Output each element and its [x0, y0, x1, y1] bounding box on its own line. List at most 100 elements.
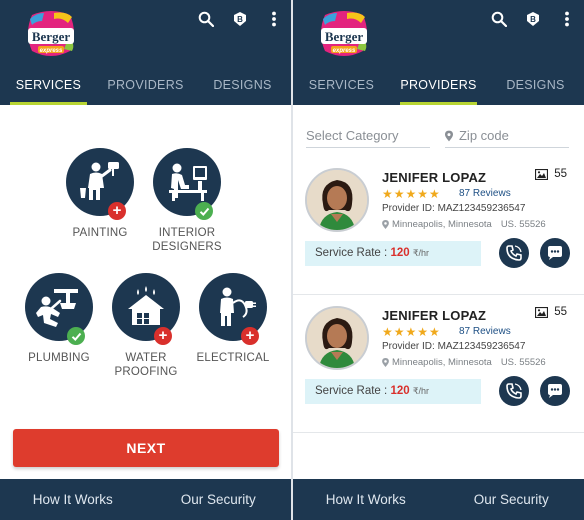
- photo-count: 55: [554, 306, 567, 318]
- badge-b-icon[interactable]: B: [524, 10, 542, 28]
- category-select[interactable]: [306, 124, 430, 148]
- provider-avatar[interactable]: [305, 306, 369, 370]
- rate-unit: ₹/hr: [412, 386, 430, 396]
- service-interior-designers[interactable]: INTERIOR DESIGNERS: [137, 148, 237, 254]
- provider-location: Minneapolis, Minnesota US. 55526: [382, 219, 546, 230]
- tab-services[interactable]: SERVICES: [0, 68, 97, 105]
- tab-providers[interactable]: PROVIDERS: [97, 68, 194, 105]
- svg-text:express: express: [333, 48, 356, 54]
- providers-screen: Berger express B SERVICES PROVIDERS DESI…: [293, 0, 584, 520]
- svg-text:Berger: Berger: [325, 29, 363, 44]
- tab-designs[interactable]: DESIGNS: [487, 68, 584, 105]
- country-zip-text: US. 55526: [500, 357, 546, 368]
- service-label: WATER PROOFING: [114, 352, 178, 378]
- category-input[interactable]: [306, 128, 430, 143]
- app-header: Berger express B SERVICES PROVIDERS DESI…: [0, 0, 291, 105]
- svg-text:Berger: Berger: [32, 29, 70, 44]
- search-icon[interactable]: [197, 10, 215, 28]
- phone-icon: [506, 245, 522, 261]
- electrical-circle[interactable]: +: [199, 273, 267, 345]
- location-text: Minneapolis, Minnesota: [392, 219, 492, 230]
- provider-avatar[interactable]: [305, 168, 369, 232]
- berger-express-logo: Berger express: [321, 11, 367, 56]
- electrician-icon: [220, 287, 256, 326]
- call-button[interactable]: [499, 376, 529, 406]
- zip-field[interactable]: [445, 124, 569, 148]
- svg-text:B: B: [530, 15, 536, 24]
- interior-designers-circle[interactable]: [153, 148, 221, 220]
- photo-gallery-count[interactable]: 55: [535, 168, 567, 180]
- provider-name: JENIFER LOPAZ: [382, 308, 487, 323]
- search-icon[interactable]: [490, 10, 508, 28]
- provider-name: JENIFER LOPAZ: [382, 170, 487, 185]
- interior-designer-icon: [169, 163, 207, 201]
- plumber-icon: [36, 289, 78, 327]
- plumbing-circle[interactable]: [25, 273, 93, 345]
- service-water-proofing[interactable]: + WATER PROOFING: [96, 273, 196, 379]
- service-plumbing[interactable]: PLUMBING: [9, 273, 109, 365]
- phone-icon: [506, 383, 522, 399]
- image-icon: [535, 306, 549, 318]
- add-badge-icon: +: [241, 327, 259, 345]
- call-button[interactable]: [499, 238, 529, 268]
- rating-stars: ★★★★★: [382, 325, 441, 339]
- chat-icon: [548, 384, 562, 398]
- rate-value: 120: [390, 385, 410, 397]
- rating-stars: ★★★★★: [382, 187, 441, 201]
- rate-label: Service Rate :: [315, 247, 388, 259]
- rate-label: Service Rate :: [315, 385, 388, 397]
- app-header: Berger express B SERVICES PROVIDERS DESI…: [293, 0, 584, 105]
- chat-button[interactable]: [540, 238, 570, 268]
- chat-icon: [548, 246, 562, 260]
- check-badge-icon: [67, 327, 85, 345]
- water-proofing-circle[interactable]: +: [112, 273, 180, 345]
- tab-bar: SERVICES PROVIDERS DESIGNS: [0, 68, 291, 105]
- location-pin-icon: [445, 130, 453, 141]
- more-vert-icon[interactable]: [558, 10, 576, 28]
- tab-services[interactable]: SERVICES: [293, 68, 390, 105]
- tab-designs[interactable]: DESIGNS: [194, 68, 291, 105]
- svg-text:express: express: [40, 48, 63, 54]
- image-icon: [535, 168, 549, 180]
- how-it-works-link[interactable]: How It Works: [293, 479, 439, 520]
- reviews-link[interactable]: 87 Reviews: [459, 188, 511, 199]
- badge-b-icon[interactable]: B: [231, 10, 249, 28]
- country-zip-text: US. 55526: [500, 219, 546, 230]
- water-proofing-icon: [128, 286, 164, 325]
- service-label: PAINTING: [72, 227, 128, 239]
- provider-id: Provider ID: MAZ123459236547: [382, 203, 526, 214]
- provider-location: Minneapolis, Minnesota US. 55526: [382, 357, 546, 368]
- tab-providers[interactable]: PROVIDERS: [390, 68, 487, 105]
- rate-value: 120: [390, 247, 410, 259]
- service-label: PLUMBING: [28, 352, 90, 364]
- provider-id: Provider ID: MAZ123459236547: [382, 341, 526, 352]
- photo-gallery-count[interactable]: 55: [535, 306, 567, 318]
- location-pin-icon: [382, 220, 389, 229]
- next-button[interactable]: NEXT: [13, 429, 279, 467]
- service-rate: Service Rate : 120 ₹/hr: [305, 379, 481, 404]
- tab-bar: SERVICES PROVIDERS DESIGNS: [293, 68, 584, 105]
- berger-express-logo: Berger express: [28, 11, 74, 56]
- service-rate: Service Rate : 120 ₹/hr: [305, 241, 481, 266]
- service-painting[interactable]: + PAINTING: [50, 148, 150, 240]
- chat-button[interactable]: [540, 376, 570, 406]
- provider-card[interactable]: JENIFER LOPAZ ★★★★★ 87 Reviews Provider …: [293, 157, 584, 295]
- check-badge-icon: [195, 202, 213, 220]
- our-security-link[interactable]: Our Security: [146, 479, 292, 520]
- add-badge-icon: +: [108, 202, 126, 220]
- zip-input[interactable]: [458, 128, 569, 143]
- services-screen: Berger express B SERVICES PROVIDERS DESI…: [0, 0, 291, 520]
- location-pin-icon: [382, 358, 389, 367]
- provider-card[interactable]: JENIFER LOPAZ ★★★★★ 87 Reviews Provider …: [293, 295, 584, 433]
- service-label: INTERIOR DESIGNERS: [152, 227, 222, 253]
- painting-circle[interactable]: +: [66, 148, 134, 220]
- rate-unit: ₹/hr: [412, 248, 430, 258]
- service-electrical[interactable]: + ELECTRICAL: [183, 273, 283, 365]
- how-it-works-link[interactable]: How It Works: [0, 479, 146, 520]
- footer-bar: How It Works Our Security: [293, 479, 584, 520]
- more-vert-icon[interactable]: [265, 10, 283, 28]
- reviews-link[interactable]: 87 Reviews: [459, 326, 511, 337]
- service-label: ELECTRICAL: [196, 352, 270, 364]
- footer-bar: How It Works Our Security: [0, 479, 291, 520]
- our-security-link[interactable]: Our Security: [439, 479, 584, 520]
